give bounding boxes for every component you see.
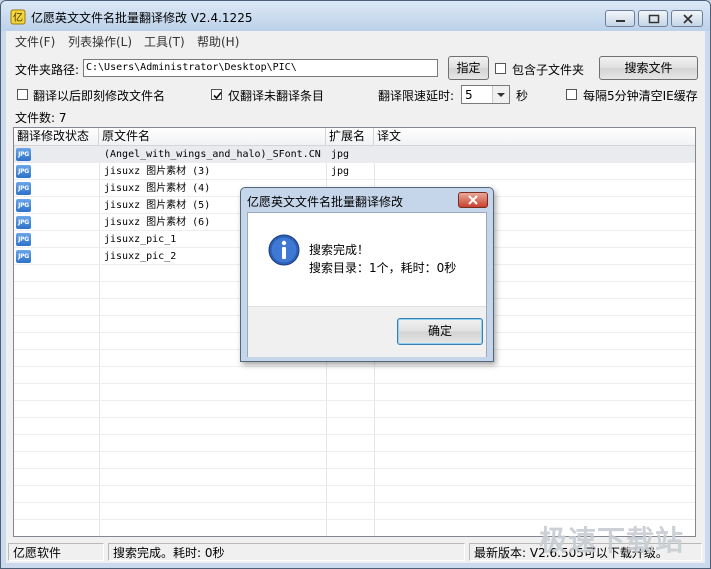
delay-value: 5 — [465, 88, 473, 102]
column-status[interactable]: 翻译修改状态 — [14, 128, 99, 145]
window-title: 亿愿英文文件名批量翻译修改 V2.4.1225 — [31, 11, 253, 25]
cell-extension: jpg — [331, 166, 350, 177]
message-dialog: 亿愿英文文件名批量翻译修改 搜索完成！ 搜索目录：1个，耗时：0秒 确定 — [240, 187, 494, 362]
jpg-file-icon: JPG — [16, 233, 31, 246]
close-icon — [683, 14, 693, 24]
dialog-message-detail: 搜索目录：1个，耗时：0秒 — [309, 261, 457, 275]
close-button[interactable] — [671, 10, 703, 27]
column-translation[interactable]: 译文 — [374, 128, 695, 145]
row-divider — [14, 366, 695, 367]
row-divider — [14, 502, 695, 503]
specify-button[interactable]: 指定 — [448, 56, 489, 80]
maximize-button[interactable] — [638, 10, 668, 27]
clear-cache-label: 每隔5分钟清空IE缓存 — [583, 89, 698, 103]
menu-list-operations[interactable]: 列表操作(L) — [68, 33, 132, 50]
ok-button[interactable]: 确定 — [397, 318, 483, 345]
row-divider — [14, 451, 695, 452]
row-divider — [14, 434, 695, 435]
delay-unit: 秒 — [516, 89, 529, 103]
clear-cache-checkbox[interactable] — [566, 89, 577, 100]
file-count-label: 文件数: 7 — [15, 111, 67, 125]
cell-original-name: jisuxz_pic_2 — [104, 251, 177, 262]
row-divider — [14, 485, 695, 486]
column-original-name[interactable]: 原文件名 — [99, 128, 326, 145]
rename-after-translate-checkbox[interactable] — [17, 89, 28, 100]
menu-bar: 文件(F) 列表操作(L) 工具(T) 帮助(H) — [6, 31, 705, 51]
folder-path-input[interactable]: C:\Users\Administrator\Desktop\PIC\ — [83, 59, 438, 77]
menu-tools[interactable]: 工具(T) — [144, 33, 185, 50]
cell-original-name: jisuxz 图片素材 (5) — [104, 200, 211, 211]
jpg-file-icon: JPG — [16, 250, 31, 263]
minimize-button[interactable] — [605, 10, 635, 27]
include-subfolders-label: 包含子文件夹 — [512, 63, 585, 77]
dialog-footer: 确定 — [248, 306, 486, 357]
include-subfolders-checkbox[interactable] — [495, 63, 506, 74]
row-divider — [14, 383, 695, 384]
cell-original-name: jisuxz 图片素材 (3) — [104, 166, 211, 177]
jpg-file-icon: JPG — [16, 199, 31, 212]
column-extension[interactable]: 扩展名 — [326, 128, 374, 145]
menu-file[interactable]: 文件(F) — [15, 33, 55, 50]
cell-original-name: jisuxz_pic_1 — [104, 234, 177, 245]
dialog-body: 搜索完成！ 搜索目录：1个，耗时：0秒 确定 — [247, 212, 487, 357]
status-message: 搜索完成。耗时: 0秒 — [108, 543, 465, 561]
main-window: 亿 亿愿英文文件名批量翻译修改 V2.4.1225 文件(F) 列表操作(L) … — [0, 0, 711, 569]
cell-original-name: jisuxz 图片素材 (6) — [104, 217, 211, 228]
dialog-close-button[interactable] — [458, 192, 488, 208]
only-untranslated-checkbox[interactable] — [211, 89, 222, 100]
info-icon — [268, 234, 300, 266]
jpg-file-icon: JPG — [16, 165, 31, 178]
watermark: 极速下载站 — [539, 524, 685, 557]
title-bar: 亿 亿愿英文文件名批量翻译修改 V2.4.1225 — [1, 1, 710, 31]
cell-extension: jpg — [331, 149, 350, 160]
jpg-file-icon: JPG — [16, 182, 31, 195]
app-icon: 亿 — [10, 9, 26, 25]
delay-label: 翻译限速延时: — [378, 89, 455, 103]
dialog-title: 亿愿英文文件名批量翻译修改 — [247, 195, 404, 209]
row-divider — [14, 468, 695, 469]
list-header: 翻译修改状态 原文件名 扩展名 译文 — [14, 128, 695, 146]
only-untranslated-label: 仅翻译未翻译条目 — [228, 89, 325, 103]
table-row[interactable]: JPG (Angel_with_wings_and_halo)_SFont.CN j… — [14, 146, 695, 163]
minimize-icon — [616, 20, 625, 22]
checkmark-icon — [213, 91, 222, 100]
jpg-file-icon: JPG — [16, 148, 31, 161]
table-row[interactable]: JPG jisuxz 图片素材 (3) jpg — [14, 163, 695, 180]
search-files-button[interactable]: 搜索文件 — [599, 56, 698, 80]
row-divider — [14, 417, 695, 418]
status-app-name: 亿愿软件 — [8, 543, 104, 561]
close-icon — [468, 195, 478, 205]
maximize-icon — [648, 14, 660, 24]
jpg-file-icon: JPG — [16, 216, 31, 229]
menu-help[interactable]: 帮助(H) — [197, 33, 239, 50]
svg-text:亿: 亿 — [13, 11, 23, 24]
chevron-down-icon[interactable] — [492, 86, 509, 103]
dialog-message-title: 搜索完成！ — [309, 243, 370, 257]
row-divider — [14, 400, 695, 401]
folder-path-label: 文件夹路径: — [15, 63, 80, 77]
cell-original-name: jisuxz 图片素材 (4) — [104, 183, 211, 194]
cell-original-name: (Angel_with_wings_and_halo)_SFont.CN — [104, 149, 321, 160]
delay-select[interactable]: 5 — [461, 85, 510, 104]
rename-after-translate-label: 翻译以后即刻修改文件名 — [33, 89, 166, 103]
